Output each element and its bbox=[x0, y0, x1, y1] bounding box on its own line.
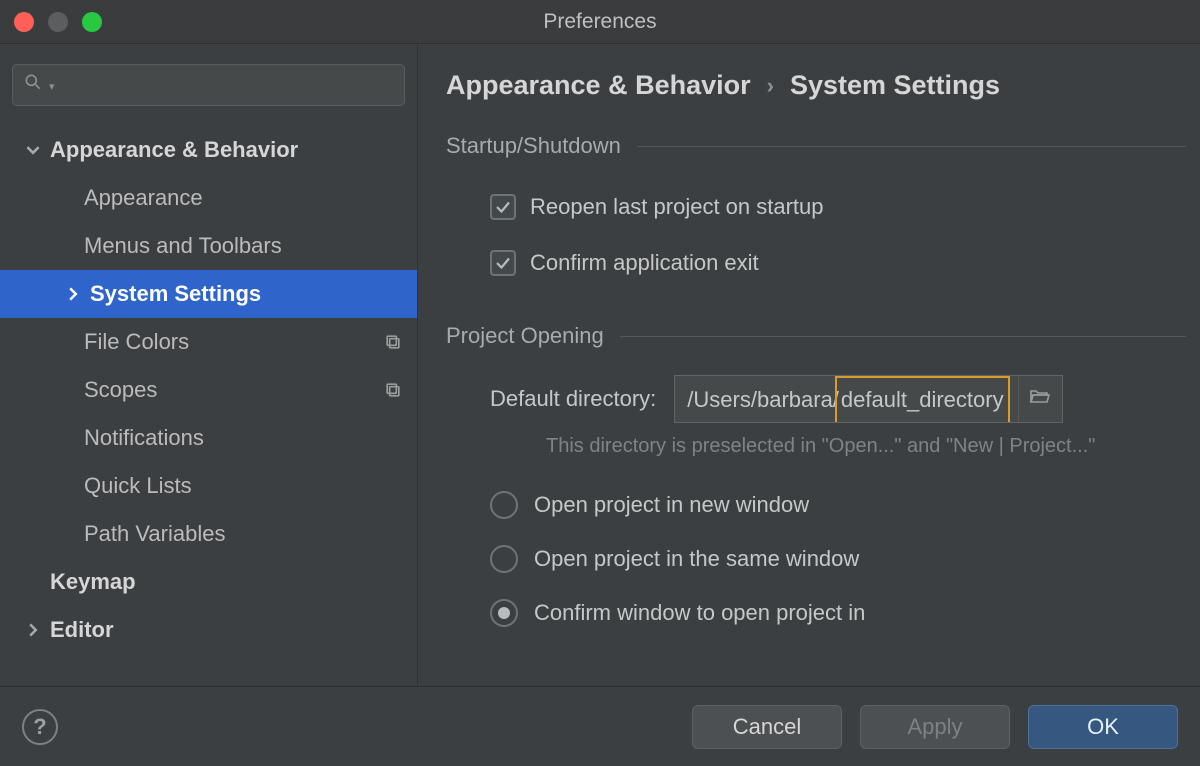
radio-label: Open project in the same window bbox=[534, 546, 859, 572]
sidebar-item-label: Appearance & Behavior bbox=[50, 137, 298, 163]
default-directory-input[interactable]: /Users/barbara/default_directory bbox=[675, 376, 1017, 422]
sidebar-item-label: Notifications bbox=[84, 425, 204, 451]
checkbox-label: Confirm application exit bbox=[530, 250, 759, 276]
sidebar-item-path-variables[interactable]: Path Variables bbox=[0, 510, 417, 558]
apply-button[interactable]: Apply bbox=[860, 705, 1010, 749]
checkbox-confirm-exit[interactable] bbox=[490, 250, 516, 276]
sidebar-item-label: Appearance bbox=[84, 185, 203, 211]
search-icon bbox=[23, 72, 43, 98]
section-startup-shutdown: Startup/Shutdown bbox=[446, 133, 1186, 159]
preferences-window: Preferences ▾ Appearance & Behavior bbox=[0, 0, 1200, 766]
section-title: Project Opening bbox=[446, 323, 604, 349]
folder-open-icon bbox=[1028, 384, 1052, 414]
radio-label: Confirm window to open project in bbox=[534, 600, 865, 626]
sidebar-item-label: Path Variables bbox=[84, 521, 225, 547]
radio-label: Open project in new window bbox=[534, 492, 809, 518]
chevron-right-icon: › bbox=[767, 73, 774, 99]
divider bbox=[620, 336, 1186, 337]
sidebar-item-label: Scopes bbox=[84, 377, 157, 403]
sidebar-item-appearance[interactable]: Appearance bbox=[0, 174, 417, 222]
breadcrumb: Appearance & Behavior › System Settings bbox=[418, 62, 1200, 107]
sidebar-item-label: Menus and Toolbars bbox=[84, 233, 282, 259]
sidebar-item-editor[interactable]: Editor bbox=[0, 606, 417, 654]
checkbox-reopen-last-project[interactable] bbox=[490, 194, 516, 220]
chevron-right-icon bbox=[22, 623, 44, 637]
help-button[interactable]: ? bbox=[22, 709, 58, 745]
checkbox-label: Reopen last project on startup bbox=[530, 194, 824, 220]
sidebar-item-system-settings[interactable]: System Settings bbox=[0, 270, 417, 318]
sidebar-item-keymap[interactable]: Keymap bbox=[0, 558, 417, 606]
dir-path-highlighted: default_directory bbox=[835, 376, 1010, 423]
sidebar-item-file-colors[interactable]: File Colors bbox=[0, 318, 417, 366]
preferences-footer: ? Cancel Apply OK bbox=[0, 686, 1200, 766]
sidebar-item-appearance-behavior[interactable]: Appearance & Behavior bbox=[0, 126, 417, 174]
titlebar: Preferences bbox=[0, 0, 1200, 44]
radio-open-new-window[interactable] bbox=[490, 491, 518, 519]
sidebar-item-label: Editor bbox=[50, 617, 114, 643]
help-icon: ? bbox=[33, 714, 46, 740]
cancel-button[interactable]: Cancel bbox=[692, 705, 842, 749]
breadcrumb-parent[interactable]: Appearance & Behavior bbox=[446, 70, 751, 101]
ok-button[interactable]: OK bbox=[1028, 705, 1178, 749]
search-input[interactable]: ▾ bbox=[12, 64, 405, 106]
search-dropdown-icon[interactable]: ▾ bbox=[49, 80, 55, 93]
sidebar-item-label: System Settings bbox=[90, 281, 261, 307]
dir-path-prefix: /Users/barbara/ bbox=[687, 387, 839, 412]
copy-icon bbox=[383, 332, 403, 352]
section-project-opening: Project Opening bbox=[446, 323, 1186, 349]
sidebar-item-notifications[interactable]: Notifications bbox=[0, 414, 417, 462]
chevron-right-icon bbox=[62, 287, 84, 301]
radio-open-same-window[interactable] bbox=[490, 545, 518, 573]
sidebar-item-label: Quick Lists bbox=[84, 473, 192, 499]
sidebar-item-quick-lists[interactable]: Quick Lists bbox=[0, 462, 417, 510]
copy-icon bbox=[383, 380, 403, 400]
divider bbox=[637, 146, 1186, 147]
browse-directory-button[interactable] bbox=[1018, 376, 1062, 422]
section-title: Startup/Shutdown bbox=[446, 133, 621, 159]
breadcrumb-current: System Settings bbox=[790, 70, 1000, 101]
default-directory-helper: This directory is preselected in "Open..… bbox=[446, 423, 1186, 458]
preferences-sidebar: ▾ Appearance & Behavior Appearance Menus… bbox=[0, 44, 418, 686]
radio-confirm-window[interactable] bbox=[490, 599, 518, 627]
preferences-tree: Appearance & Behavior Appearance Menus a… bbox=[0, 116, 417, 654]
minimize-window-button[interactable] bbox=[48, 12, 68, 32]
sidebar-item-label: File Colors bbox=[84, 329, 189, 355]
default-directory-label: Default directory: bbox=[490, 386, 656, 412]
preferences-main: Appearance & Behavior › System Settings … bbox=[418, 44, 1200, 686]
sidebar-item-menus-toolbars[interactable]: Menus and Toolbars bbox=[0, 222, 417, 270]
window-title: Preferences bbox=[543, 10, 656, 34]
zoom-window-button[interactable] bbox=[82, 12, 102, 32]
window-controls bbox=[14, 12, 102, 32]
sidebar-item-label: Keymap bbox=[50, 569, 136, 595]
sidebar-item-scopes[interactable]: Scopes bbox=[0, 366, 417, 414]
close-window-button[interactable] bbox=[14, 12, 34, 32]
chevron-down-icon bbox=[22, 143, 44, 157]
